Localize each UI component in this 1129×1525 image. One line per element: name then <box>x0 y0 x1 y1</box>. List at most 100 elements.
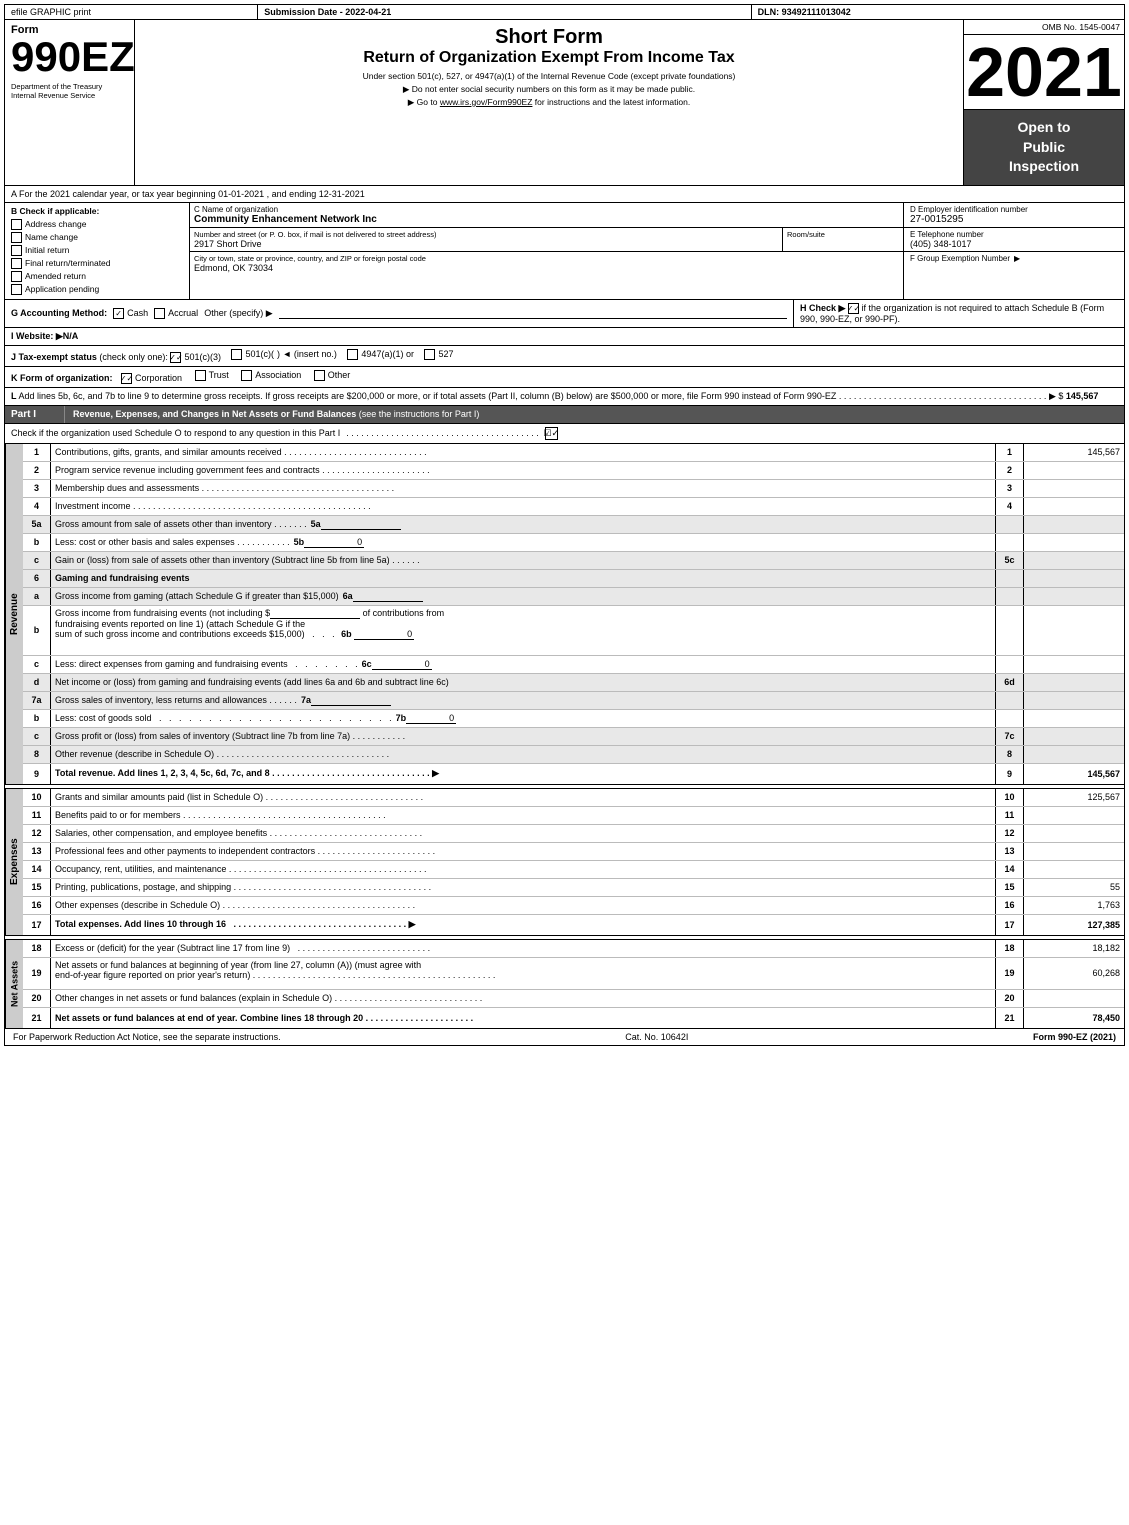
row21-desc: Net assets or fund balances at end of ye… <box>51 1008 996 1028</box>
row4-num: 4 <box>23 498 51 515</box>
row15-desc: Printing, publications, postage, and shi… <box>51 879 996 896</box>
row18-num: 18 <box>23 940 51 957</box>
section-a: A For the 2021 calendar year, or tax yea… <box>4 186 1125 203</box>
row5a-value <box>1024 516 1124 533</box>
row7a-col <box>996 692 1024 709</box>
k-trust-label: Trust <box>209 370 229 380</box>
k-corp-checkbox[interactable]: ✓ <box>121 373 132 384</box>
row2-desc: Program service revenue including govern… <box>51 462 996 479</box>
name-change-checkbox[interactable] <box>11 232 22 243</box>
row3-col: 3 <box>996 480 1024 497</box>
k-trust-checkbox[interactable] <box>195 370 206 381</box>
final-return-label: Final return/terminated <box>25 258 111 268</box>
row7c-num: c <box>23 728 51 745</box>
row4-desc: Investment income . . . . . . . . . . . … <box>51 498 996 515</box>
accrual-label: Accrual <box>168 308 198 318</box>
row18-desc: Excess or (deficit) for the year (Subtra… <box>51 940 996 957</box>
row6-col <box>996 570 1024 587</box>
row17-desc: Total expenses. Add lines 10 through 16 … <box>51 915 996 935</box>
form-dept: Department of the Treasury Internal Reve… <box>11 82 128 100</box>
ein-label: D Employer identification number <box>910 205 1118 214</box>
row20-num: 20 <box>23 990 51 1007</box>
row8-num: 8 <box>23 746 51 763</box>
k-assoc-label: Association <box>255 370 301 380</box>
row20-value <box>1024 990 1124 1007</box>
j-4947-checkbox[interactable] <box>347 349 358 360</box>
row21-num: 21 <box>23 1008 51 1028</box>
h-checkbox[interactable]: ✓ <box>848 303 859 314</box>
row7b-value <box>1024 710 1124 727</box>
row15-num: 15 <box>23 879 51 896</box>
revenue-label: Revenue <box>5 444 23 784</box>
row16-value: 1,763 <box>1024 897 1124 914</box>
final-return-checkbox[interactable] <box>11 258 22 269</box>
row13-value <box>1024 843 1124 860</box>
row13-desc: Professional fees and other payments to … <box>51 843 996 860</box>
amended-return-checkbox[interactable] <box>11 271 22 282</box>
phone-value: (405) 348-1017 <box>910 239 1118 249</box>
k-other-label: Other <box>328 370 351 380</box>
row6a-desc: Gross income from gaming (attach Schedul… <box>51 588 996 605</box>
footer-paperwork: For Paperwork Reduction Act Notice, see … <box>13 1032 281 1042</box>
row5b-value <box>1024 534 1124 551</box>
row7c-col: 7c <box>996 728 1024 745</box>
application-pending-row: Application pending <box>11 283 183 296</box>
row5b-num: b <box>23 534 51 551</box>
row6b-num: b <box>23 606 51 655</box>
net-assets-label: Net Assets <box>5 940 23 1028</box>
footer-form-label: Form 990-EZ (2021) <box>1033 1032 1116 1042</box>
form-link[interactable]: www.irs.gov/Form990EZ <box>440 97 533 107</box>
row2-num: 2 <box>23 462 51 479</box>
row5c-value <box>1024 552 1124 569</box>
k-assoc-checkbox[interactable] <box>241 370 252 381</box>
row18-value: 18,182 <box>1024 940 1124 957</box>
row6d-col: 6d <box>996 674 1024 691</box>
row15-col: 15 <box>996 879 1024 896</box>
j-527-checkbox[interactable] <box>424 349 435 360</box>
row5c-col: 5c <box>996 552 1024 569</box>
row4-col: 4 <box>996 498 1024 515</box>
goto-instructions: ▶ Go to www.irs.gov/Form990EZ for instru… <box>145 97 953 108</box>
footer-cat-no: Cat. No. 10642I <box>625 1032 688 1042</box>
section-l-value: 145,567 <box>1066 391 1099 401</box>
row14-num: 14 <box>23 861 51 878</box>
j-501c-checkbox[interactable] <box>231 349 242 360</box>
ein-value: 27-0015295 <box>910 214 1118 225</box>
row3-num: 3 <box>23 480 51 497</box>
row15-value: 55 <box>1024 879 1124 896</box>
section-h-text: if the organization is not required to a… <box>800 303 1104 324</box>
address-change-checkbox[interactable] <box>11 219 22 230</box>
application-pending-label: Application pending <box>25 284 99 294</box>
initial-return-checkbox[interactable] <box>11 245 22 256</box>
row14-value <box>1024 861 1124 878</box>
row17-value: 127,385 <box>1024 915 1124 935</box>
cash-checkbox[interactable] <box>113 308 124 319</box>
section-k: K Form of organization: ✓ Corporation Tr… <box>4 367 1125 388</box>
short-form-title: Short Form <box>145 26 953 49</box>
application-pending-checkbox[interactable] <box>11 284 22 295</box>
row5a-num: 5a <box>23 516 51 533</box>
row21-col: 21 <box>996 1008 1024 1028</box>
j-501c3-checkbox[interactable]: ✓ <box>170 352 181 363</box>
amended-return-label: Amended return <box>25 271 86 281</box>
part1-check-box[interactable]: ☑ <box>545 427 558 440</box>
row2-value <box>1024 462 1124 479</box>
row7c-value <box>1024 728 1124 745</box>
section-g-label: G Accounting Method: <box>11 308 107 318</box>
k-other-checkbox[interactable] <box>314 370 325 381</box>
row12-col: 12 <box>996 825 1024 842</box>
row9-num: 9 <box>23 764 51 784</box>
row6d-value <box>1024 674 1124 691</box>
row16-num: 16 <box>23 897 51 914</box>
submission-date: Submission Date - 2022-04-21 <box>258 5 751 19</box>
under-section: Under section 501(c), 527, or 4947(a)(1)… <box>145 71 953 81</box>
row7b-col <box>996 710 1024 727</box>
initial-return-row: Initial return <box>11 244 183 257</box>
row11-value <box>1024 807 1124 824</box>
f-label: F Group Exemption Number ▶ <box>910 254 1118 263</box>
row11-col: 11 <box>996 807 1024 824</box>
row5a-desc: Gross amount from sale of assets other t… <box>51 516 996 533</box>
room-label: Room/suite <box>787 230 899 239</box>
row6c-num: c <box>23 656 51 673</box>
accrual-checkbox[interactable] <box>154 308 165 319</box>
